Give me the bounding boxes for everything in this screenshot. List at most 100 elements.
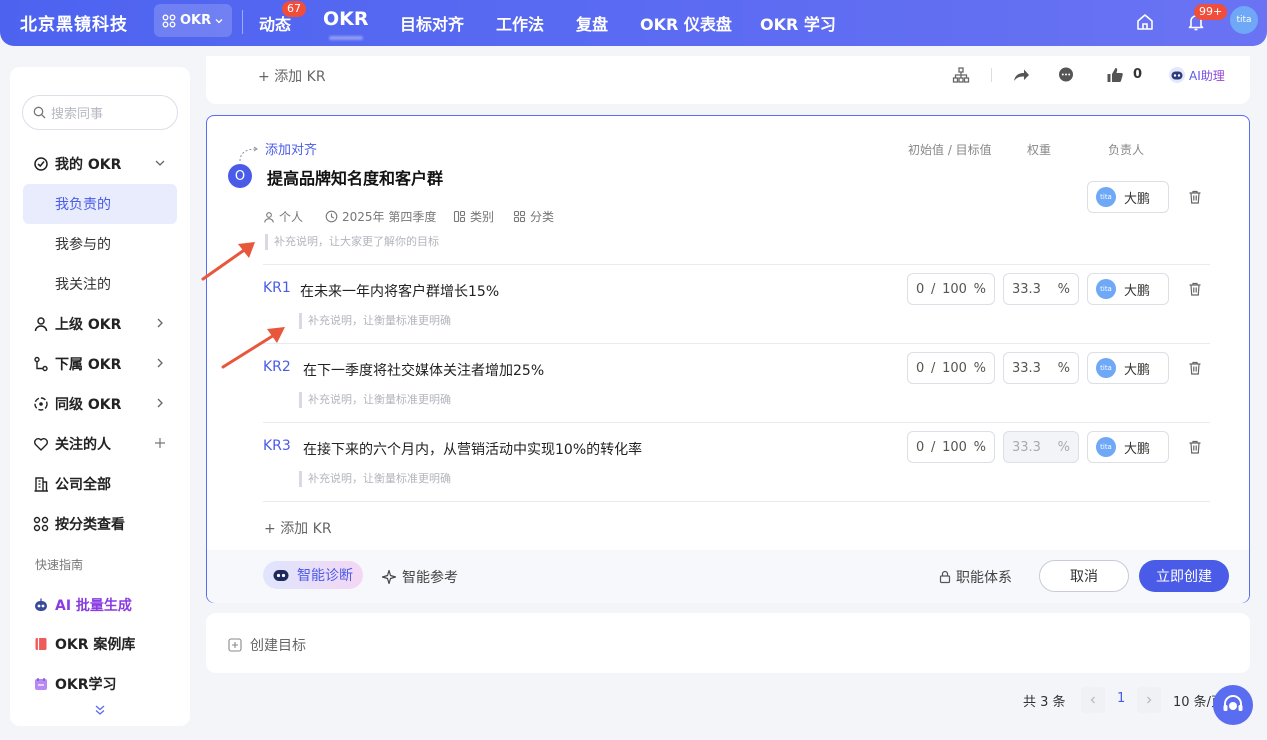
home-icon[interactable] xyxy=(1135,12,1155,32)
target-icon xyxy=(34,157,48,171)
function-system-button[interactable]: 职能体系 xyxy=(938,567,1012,587)
add-kr-button[interactable]: + 添加 KR xyxy=(264,518,332,538)
objective-category[interactable]: 分类 xyxy=(513,208,554,225)
kr1-description-input[interactable]: 补充说明，让衡量标准更明确 xyxy=(299,313,451,329)
objective-description-input[interactable]: 补充说明，让大家更了解你的目标 xyxy=(265,234,439,250)
search-icon xyxy=(33,106,46,119)
sidebar-item-company-all[interactable]: 公司全部 xyxy=(23,464,177,504)
page-number-current[interactable]: 1 xyxy=(1117,691,1125,706)
objective-owner-select[interactable]: tita 大鹏 xyxy=(1087,181,1169,213)
nav-okr-dashboard[interactable]: OKR 仪表盘 xyxy=(640,11,732,35)
help-assistant-button[interactable] xyxy=(1213,685,1253,725)
kr3-value-input[interactable]: 0 / 100% xyxy=(907,431,995,463)
kr2-text[interactable]: 在下一季度将社交媒体关注者增加25% xyxy=(303,360,544,380)
ai-assistant-button[interactable]: AI助理 xyxy=(1168,66,1225,84)
sidebar-item-my-participated[interactable]: 我参与的 xyxy=(23,224,177,264)
heart-icon xyxy=(34,438,48,451)
kr3-label: KR3 xyxy=(263,438,291,454)
smart-reference-label: 智能参考 xyxy=(402,570,458,586)
create-goal-card[interactable]: 创建目标 xyxy=(206,613,1250,673)
guide-okr-learning[interactable]: OKR学习 xyxy=(23,664,177,704)
trash-icon[interactable] xyxy=(1187,439,1203,455)
sidebar-item-followed-people[interactable]: 关注的人 xyxy=(23,424,177,464)
guide-ai-batch-generate[interactable]: AI 批量生成 xyxy=(23,585,177,625)
user-icon xyxy=(264,211,274,223)
search-colleague-input[interactable]: 搜索同事 xyxy=(22,95,178,130)
kr3-text[interactable]: 在接下来的六个月内，从营销活动中实现10%的转化率 xyxy=(303,439,642,459)
meta-type-label: 类别 xyxy=(470,210,495,224)
prev-page-button[interactable] xyxy=(1081,687,1105,713)
search-placeholder: 搜索同事 xyxy=(51,107,104,122)
comment-icon[interactable] xyxy=(1057,66,1075,84)
sidebar-item-label: OKR学习 xyxy=(55,677,117,693)
objective-edit-card: 添加对齐 初始值 / 目标值 权重 负责人 O 提高品牌知名度和客户群 tita… xyxy=(206,115,1250,603)
kr2-weight-input[interactable]: 33.3% xyxy=(1003,352,1079,384)
kr2-description-input[interactable]: 补充说明，让衡量标准更明确 xyxy=(299,392,451,408)
meta-owner-type-label: 个人 xyxy=(279,210,304,224)
peers-icon xyxy=(34,397,48,411)
book-icon xyxy=(35,638,47,650)
divider xyxy=(263,264,1210,265)
category-icon xyxy=(453,210,466,223)
create-goal-button[interactable]: 创建目标 xyxy=(228,635,306,655)
thumbs-up-icon[interactable] xyxy=(1106,66,1124,84)
divider xyxy=(263,422,1210,423)
nav-okr-learning[interactable]: OKR 学习 xyxy=(760,11,836,35)
kr1-weight-input[interactable]: 33.3% xyxy=(1003,273,1079,305)
add-kr-label: 添加 KR xyxy=(280,521,332,537)
sidebar-item-my-okr[interactable]: 我的 OKR xyxy=(23,144,177,184)
kr-unit: % xyxy=(973,281,986,297)
trash-icon[interactable] xyxy=(1187,281,1203,297)
hierarchy-icon[interactable] xyxy=(952,66,970,84)
add-kr-button[interactable]: + 添加 KR xyxy=(258,66,326,86)
sidebar-item-subordinate-okr[interactable]: 下属 OKR xyxy=(23,344,177,384)
nav-work-method[interactable]: 工作法 xyxy=(496,11,544,35)
share-icon[interactable] xyxy=(1012,66,1030,84)
next-page-button[interactable] xyxy=(1137,687,1161,713)
sidebar-item-peer-okr[interactable]: 同级 OKR xyxy=(23,384,177,424)
nav-okr[interactable]: OKR xyxy=(323,8,369,30)
sidebar-item-my-followed[interactable]: 我关注的 xyxy=(23,264,177,304)
trash-icon[interactable] xyxy=(1187,189,1203,205)
kr1-owner-select[interactable]: tita 大鹏 xyxy=(1087,273,1169,305)
guide-okr-case-library[interactable]: OKR 案例库 xyxy=(23,624,177,664)
objective-period[interactable]: 2025年 第四季度 xyxy=(325,208,436,225)
kr3-description-input[interactable]: 补充说明，让衡量标准更明确 xyxy=(299,471,451,487)
create-now-button[interactable]: 立即创建 xyxy=(1139,560,1229,592)
okr-app-switcher[interactable]: OKR xyxy=(154,4,232,37)
kr1-label: KR1 xyxy=(263,280,291,296)
kr-weight-value: 33.3 xyxy=(1012,281,1041,297)
kr1-value-input[interactable]: 0 / 100% xyxy=(907,273,995,305)
kr1-text[interactable]: 在未来一年内将客户群增长15% xyxy=(300,281,499,301)
sidebar-item-label: 上级 OKR xyxy=(55,317,122,333)
trash-icon[interactable] xyxy=(1187,360,1203,376)
meta-category-label: 分类 xyxy=(530,210,555,224)
company-name[interactable]: 北京黑镜科技 xyxy=(20,10,128,35)
nav-goal-alignment[interactable]: 目标对齐 xyxy=(400,11,464,35)
owner-avatar: tita xyxy=(1096,358,1116,378)
sidebar-item-superior-okr[interactable]: 上级 OKR xyxy=(23,304,177,344)
sidebar-item-my-responsible[interactable]: 我负责的 xyxy=(23,184,177,224)
smart-diagnosis-button[interactable]: 智能诊断 xyxy=(263,561,363,589)
objective-owner-type[interactable]: 个人 xyxy=(263,208,303,225)
kr2-value-input[interactable]: 0 / 100% xyxy=(907,352,995,384)
dynamic-count-badge: 67 xyxy=(282,1,306,17)
kr3-owner-select[interactable]: tita 大鹏 xyxy=(1087,431,1169,463)
plus-icon[interactable] xyxy=(153,436,167,450)
nav-dynamic[interactable]: 动态 67 xyxy=(259,1,306,35)
user-avatar[interactable]: tita xyxy=(1230,6,1258,34)
objective-type[interactable]: 类别 xyxy=(453,208,494,225)
sparkle-icon xyxy=(381,569,397,585)
cancel-button[interactable]: 取消 xyxy=(1039,560,1129,592)
previous-okr-card: + 添加 KR 0 AI助理 xyxy=(206,56,1250,104)
objective-title[interactable]: 提高品牌知名度和客户群 xyxy=(267,165,443,189)
function-system-label: 职能体系 xyxy=(956,570,1012,586)
kr2-owner-select[interactable]: tita 大鹏 xyxy=(1087,352,1169,384)
sidebar-item-by-category[interactable]: 按分类查看 xyxy=(23,504,177,544)
double-chevron-down-icon[interactable] xyxy=(93,703,107,717)
plus-square-icon xyxy=(228,638,242,652)
add-alignment-link[interactable]: 添加对齐 xyxy=(265,139,317,158)
nav-review[interactable]: 复盘 xyxy=(576,11,608,35)
column-header-owner: 负责人 xyxy=(1108,143,1145,157)
smart-reference-button[interactable]: 智能参考 xyxy=(381,567,458,587)
